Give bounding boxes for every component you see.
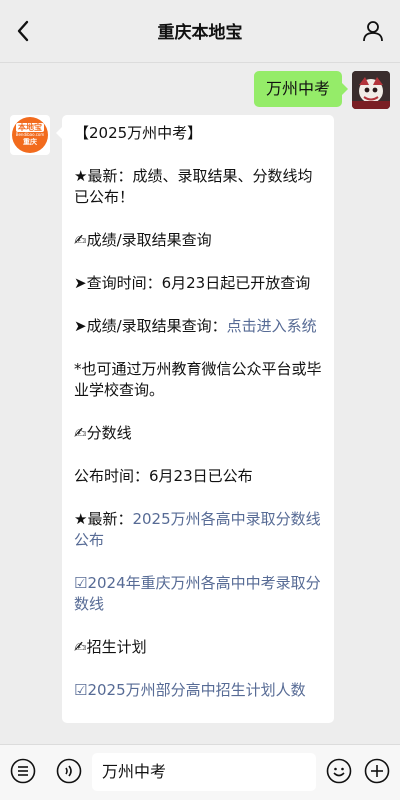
latest2-prefix: ★最新： <box>74 510 133 528</box>
enrollment-plan-link[interactable]: ☑2025万州部分高中招生计划人数 <box>74 680 324 701</box>
incoming-message: 本地宝 Bendibao.com 重庆 【2025万州中考】 ★最新：成绩、录取… <box>10 115 334 723</box>
input-bar: 万州中考 <box>0 744 400 800</box>
outgoing-message: 万州中考 <box>253 71 390 109</box>
query-time: ➤查询时间：6月23日起已开放查询 <box>74 274 311 292</box>
score-line-2024-link[interactable]: ☑2024年重庆万州各高中中考录取分数线 <box>74 573 324 615</box>
chat-title: 重庆本地宝 <box>157 23 243 43</box>
latest-score-line: ★最新：2025万州各高中录取分数线公布 <box>74 509 324 551</box>
bendibao-logo: 本地宝 Bendibao.com 重庆 <box>12 117 48 153</box>
top-nav-bar: 重庆本地宝 <box>0 0 400 63</box>
outgoing-bubble[interactable]: 万州中考 <box>253 71 349 107</box>
query-system-link[interactable]: 点击进入系统 <box>227 317 317 335</box>
logo-top-text: 本地宝 <box>16 123 44 132</box>
section-score-line: ✍分数线 <box>74 424 132 442</box>
plus-icon[interactable] <box>362 756 392 786</box>
user-avatar[interactable] <box>352 71 390 109</box>
query-prefix: ➤成绩/录取结果查询： <box>74 317 227 335</box>
message-input[interactable]: 万州中考 <box>92 753 316 791</box>
bot-avatar[interactable]: 本地宝 Bendibao.com 重庆 <box>10 115 50 155</box>
alt-query-note: *也可通过万州教育微信公众平台或毕业学校查询。 <box>74 360 322 399</box>
publish-time: 公布时间：6月23日已公布 <box>74 467 253 485</box>
person-icon[interactable] <box>358 16 388 46</box>
logo-bottom-text: 重庆 <box>23 138 37 146</box>
chat-area[interactable]: 万州中考 本地宝 Bendibao.com 重庆 【2025万州中考】 ★最新：… <box>0 63 400 743</box>
menu-list-icon[interactable] <box>8 756 38 786</box>
emoji-icon[interactable] <box>324 756 354 786</box>
query-line: ➤成绩/录取结果查询：点击进入系统 <box>74 316 324 337</box>
latest-notice: ★最新：成绩、录取结果、分数线均已公布！ <box>74 167 313 206</box>
voice-icon[interactable] <box>54 756 84 786</box>
section-enrollment-plan: ✍招生计划 <box>74 638 147 656</box>
section-results: ✍成绩/录取结果查询 <box>74 231 212 249</box>
incoming-bubble[interactable]: 【2025万州中考】 ★最新：成绩、录取结果、分数线均已公布！ ✍成绩/录取结果… <box>56 115 334 723</box>
message-heading: 【2025万州中考】 <box>74 124 203 142</box>
